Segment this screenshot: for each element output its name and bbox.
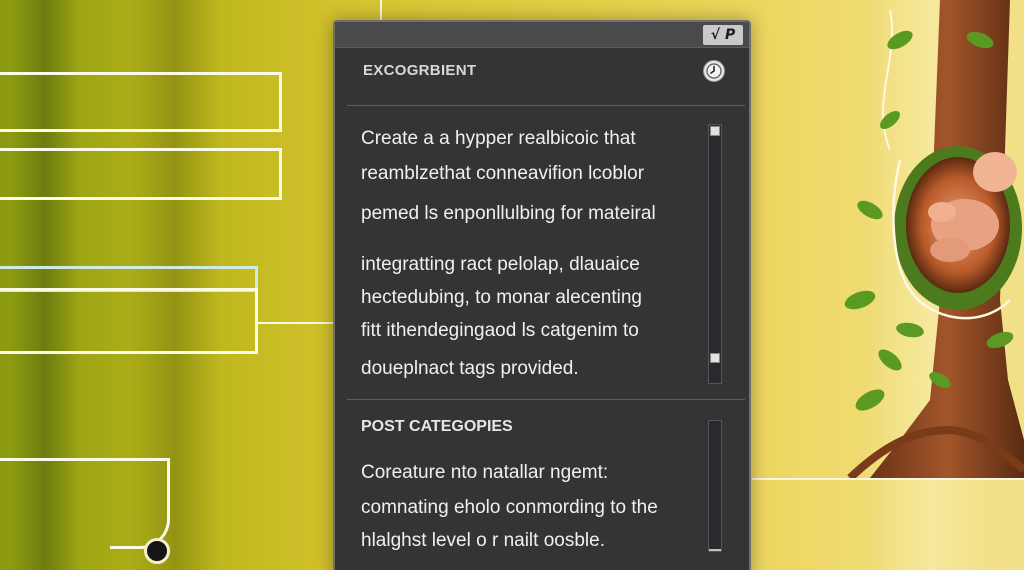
scrollbar-thumb[interactable] (709, 549, 721, 551)
outline-frame (0, 288, 258, 354)
divider (347, 105, 745, 106)
outline-frame (0, 148, 282, 200)
window-controls[interactable]: √ P (703, 25, 743, 45)
category-line: hlalghst level o r nailt oosble. (361, 530, 605, 551)
node-dot (144, 538, 170, 564)
description-line: Create a a hypper realbicoic that (361, 128, 636, 149)
scrollbar-thumb[interactable] (710, 353, 720, 363)
category-line: Coreature nto natallar ngemt: (361, 462, 609, 483)
scrollbar-thumb[interactable] (710, 126, 720, 136)
description-line: fitt ithendegingaod ls catgenim to (361, 320, 639, 341)
description-line: reamblzethat conneavifion lcoblor (361, 163, 645, 184)
scrollbar[interactable] (708, 124, 722, 384)
scrollbar[interactable] (708, 420, 722, 552)
category-line: comnating eholo conmording to the (361, 497, 658, 518)
description-line: integratting ract pelolap, dlauaice (361, 254, 640, 275)
post-categories-heading: POST CATEGOPIES (361, 418, 513, 435)
outline-frame (0, 72, 282, 132)
dialog-titlebar: √ P (335, 22, 749, 48)
outline-frame (0, 458, 170, 510)
clock-icon[interactable] (703, 60, 725, 82)
connector-line (258, 322, 336, 324)
description-line: doueplnact tags provided. (361, 358, 579, 379)
description-line: pemed ls enponllulbing for mateiral (361, 203, 656, 224)
tree-illustration (844, 0, 1024, 478)
connector-line (752, 478, 1024, 480)
divider (347, 399, 745, 400)
post-dialog: √ P EXCOGRBIENT Create a a hypper realbi… (333, 20, 751, 570)
description-line: hectedubing, to monar alecenting (361, 287, 642, 308)
dialog-header: EXCOGRBIENT (363, 62, 477, 79)
connector-line (380, 0, 382, 20)
